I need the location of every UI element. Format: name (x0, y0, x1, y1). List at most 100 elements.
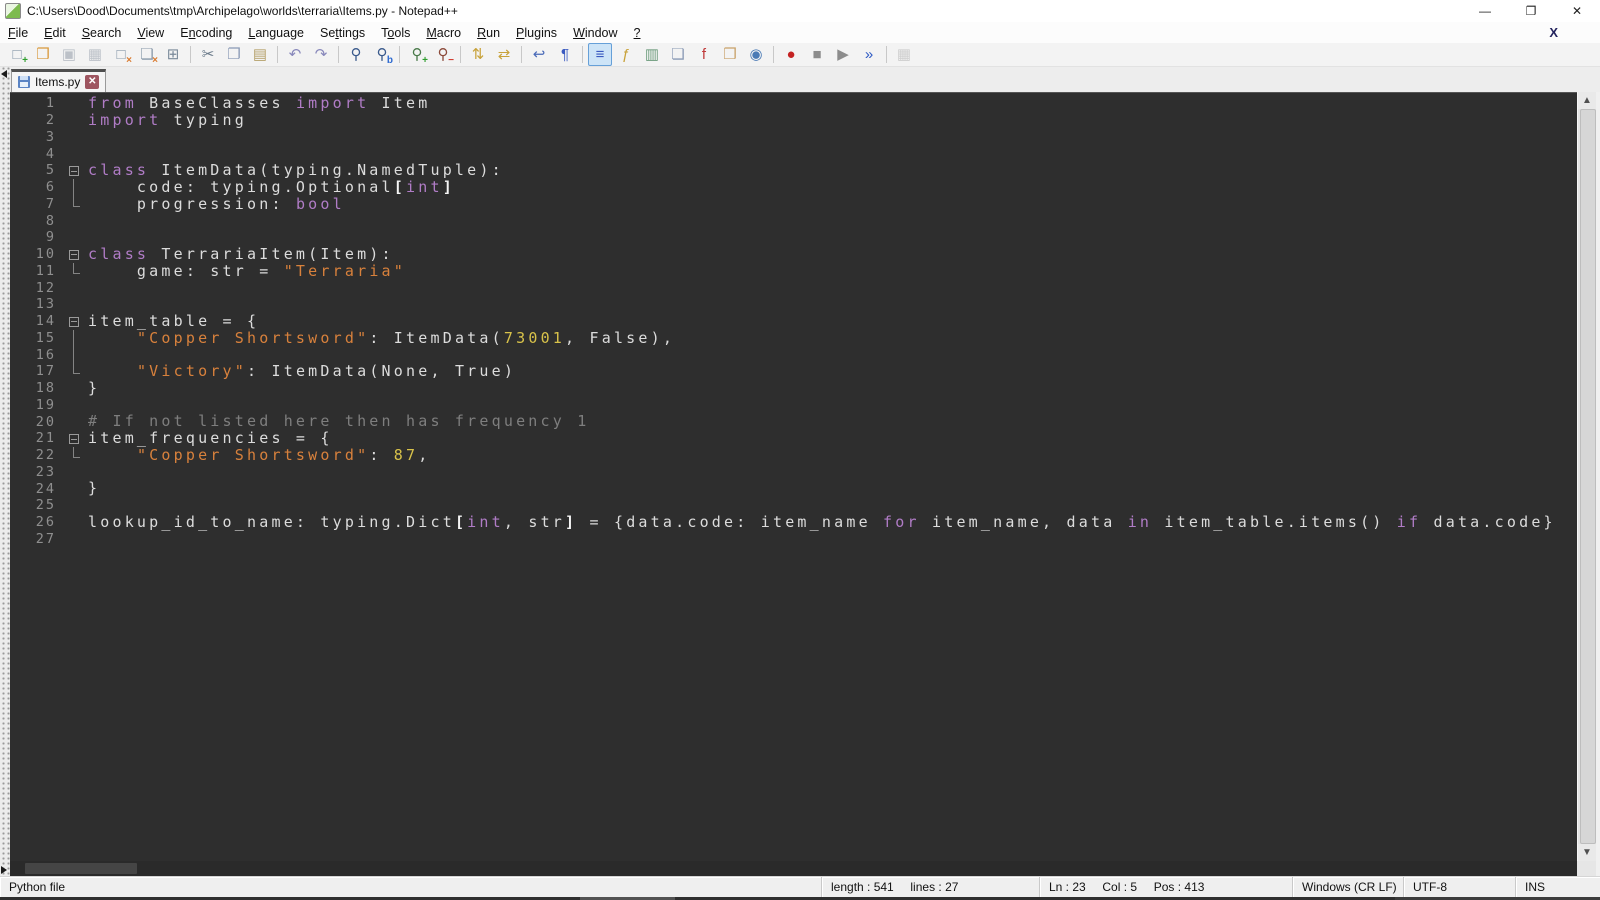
code-line-text[interactable]: code: typing.Optional[int] (88, 179, 1577, 196)
status-typing-mode[interactable]: INS (1516, 877, 1600, 897)
word-wrap-icon[interactable]: ↩ (527, 43, 551, 66)
code-line-text[interactable]: item_table = { (88, 313, 1577, 330)
paste-icon[interactable]: ▤ (248, 43, 272, 66)
code-line-text[interactable]: item_frequencies = { (88, 430, 1577, 447)
code-line-text[interactable]: } (88, 480, 1577, 497)
menu-help[interactable]: ? (626, 24, 649, 42)
menu-edit[interactable]: Edit (36, 24, 74, 42)
code-line-text[interactable]: "Victory": ItemData(None, True) (88, 363, 1577, 380)
function-list-icon[interactable]: ƒ (614, 43, 638, 66)
show-all-characters-icon[interactable]: ¶ (553, 43, 577, 66)
redo-icon[interactable]: ↷ (309, 43, 333, 66)
menu-file[interactable]: File (0, 24, 36, 42)
run-macro-multiple-times-glyph: » (865, 47, 873, 62)
code-line-text[interactable]: } (88, 380, 1577, 397)
menu-settings[interactable]: Settings (312, 24, 373, 42)
show-indent-guide-icon[interactable]: ≡ (588, 43, 612, 66)
monitoring-glyph: ◉ (749, 47, 762, 62)
status-encoding[interactable]: UTF-8 (1404, 877, 1516, 897)
zoom-out-icon[interactable]: ⚲− (431, 43, 455, 66)
save-recorded-macro-icon[interactable]: ▦ (892, 43, 916, 66)
menu-tools[interactable]: Tools (373, 24, 418, 42)
new-file-icon[interactable]: □+ (5, 43, 29, 66)
define-language-icon[interactable]: f (692, 43, 716, 66)
restore-button[interactable]: ❐ (1508, 0, 1554, 22)
dock-expand-right-arrow-icon[interactable] (1, 866, 7, 874)
vertical-scrollbar-thumb[interactable] (1580, 109, 1596, 844)
print-icon[interactable]: ⊞ (161, 43, 185, 66)
menu-view[interactable]: View (129, 24, 172, 42)
undo-glyph: ↶ (289, 47, 302, 62)
code-row-22: 22 "Copper Shortsword": 87, (10, 447, 1577, 464)
tab-close-icon[interactable]: ✕ (85, 75, 99, 89)
sync-vertical-scrolling-icon[interactable]: ⇅ (466, 43, 490, 66)
undo-icon[interactable]: ↶ (283, 43, 307, 66)
scroll-down-arrow-icon[interactable]: ▼ (1578, 844, 1596, 861)
run-macro-multiple-times-icon[interactable]: » (857, 43, 881, 66)
document-list-icon[interactable]: ❏ (666, 43, 690, 66)
save-all-icon[interactable]: ▦ (83, 43, 107, 66)
sync-horizontal-scrolling-icon[interactable]: ⇄ (492, 43, 516, 66)
code-editor[interactable]: 1from BaseClasses import Item2import typ… (10, 92, 1577, 861)
code-line-text[interactable]: progression: bool (88, 196, 1577, 213)
code-line-text[interactable]: game: str = "Terraria" (88, 263, 1577, 280)
line-number: 15 (10, 330, 62, 346)
vertical-scrollbar[interactable]: ▲ ▼ (1577, 92, 1596, 861)
close-file-icon[interactable]: □× (109, 43, 133, 66)
code-line-text[interactable]: lookup_id_to_name: typing.Dict[int, str]… (88, 514, 1577, 531)
stop-macro-icon[interactable]: ■ (805, 43, 829, 66)
code-line-text[interactable]: "Copper Shortsword": ItemData(73001, Fal… (88, 330, 1577, 347)
minimize-button[interactable]: — (1462, 0, 1508, 22)
code-line-text[interactable]: # If not listed here then has frequency … (88, 413, 1577, 430)
cut-icon[interactable]: ✂ (196, 43, 220, 66)
tab-items-py[interactable]: Items.py ✕ (11, 69, 106, 92)
fold-margin (62, 263, 88, 280)
code-row-17: 17 "Victory": ItemData(None, True) (10, 363, 1577, 380)
horizontal-scrollbar[interactable] (10, 861, 1577, 876)
horizontal-scrollbar-thumb[interactable] (25, 863, 137, 874)
fold-collapse-icon[interactable] (62, 246, 88, 263)
close-document-x-button[interactable]: X (1549, 25, 1558, 40)
open-file-icon[interactable]: ❒ (31, 43, 55, 66)
tab-label: Items.py (35, 75, 80, 89)
menu-language[interactable]: Language (240, 24, 312, 42)
monitoring-icon[interactable]: ◉ (744, 43, 768, 66)
record-macro-icon[interactable]: ● (779, 43, 803, 66)
code-line-text[interactable]: class TerrariaItem(Item): (88, 246, 1577, 263)
code-line-text[interactable]: class ItemData(typing.NamedTuple): (88, 162, 1577, 179)
play-macro-icon[interactable]: ▶ (831, 43, 855, 66)
menu-macro[interactable]: Macro (418, 24, 469, 42)
menu-window[interactable]: Window (565, 24, 625, 42)
status-eol-format[interactable]: Windows (CR LF) (1293, 877, 1404, 897)
copy-icon[interactable]: ❐ (222, 43, 246, 66)
replace-icon[interactable]: ⚲b (370, 43, 394, 66)
menu-encoding[interactable]: Encoding (172, 24, 240, 42)
dock-splitter-strip[interactable] (0, 67, 10, 876)
scroll-up-arrow-icon[interactable]: ▲ (1578, 92, 1596, 109)
folder-as-workspace-icon[interactable]: ❒ (718, 43, 742, 66)
code-row-3: 3 (10, 129, 1577, 146)
find-icon[interactable]: ⚲ (344, 43, 368, 66)
line-number: 20 (10, 414, 62, 430)
toolbar-separator (773, 46, 774, 63)
fold-collapse-icon[interactable] (62, 162, 88, 179)
menu-plugins[interactable]: Plugins (508, 24, 565, 42)
menu-search[interactable]: Search (74, 24, 130, 42)
define-language-glyph: f (702, 47, 706, 62)
dock-collapse-left-arrow-icon[interactable] (1, 70, 7, 78)
fold-collapse-icon[interactable] (62, 313, 88, 330)
document-map-icon[interactable]: ▥ (640, 43, 664, 66)
copy-glyph: ❐ (227, 47, 240, 62)
code-line-text[interactable]: import typing (88, 112, 1577, 129)
code-row-13: 13 (10, 296, 1577, 313)
code-line-text[interactable]: "Copper Shortsword": 87, (88, 447, 1577, 464)
stop-macro-glyph: ■ (812, 47, 821, 62)
close-button[interactable]: ✕ (1554, 0, 1600, 22)
close-all-icon[interactable]: ❏× (135, 43, 159, 66)
save-file-icon[interactable]: ▣ (57, 43, 81, 66)
fold-collapse-icon[interactable] (62, 430, 88, 447)
code-line-text[interactable]: from BaseClasses import Item (88, 95, 1577, 112)
menu-run[interactable]: Run (469, 24, 508, 42)
fold-margin (62, 296, 88, 313)
zoom-in-icon[interactable]: ⚲+ (405, 43, 429, 66)
